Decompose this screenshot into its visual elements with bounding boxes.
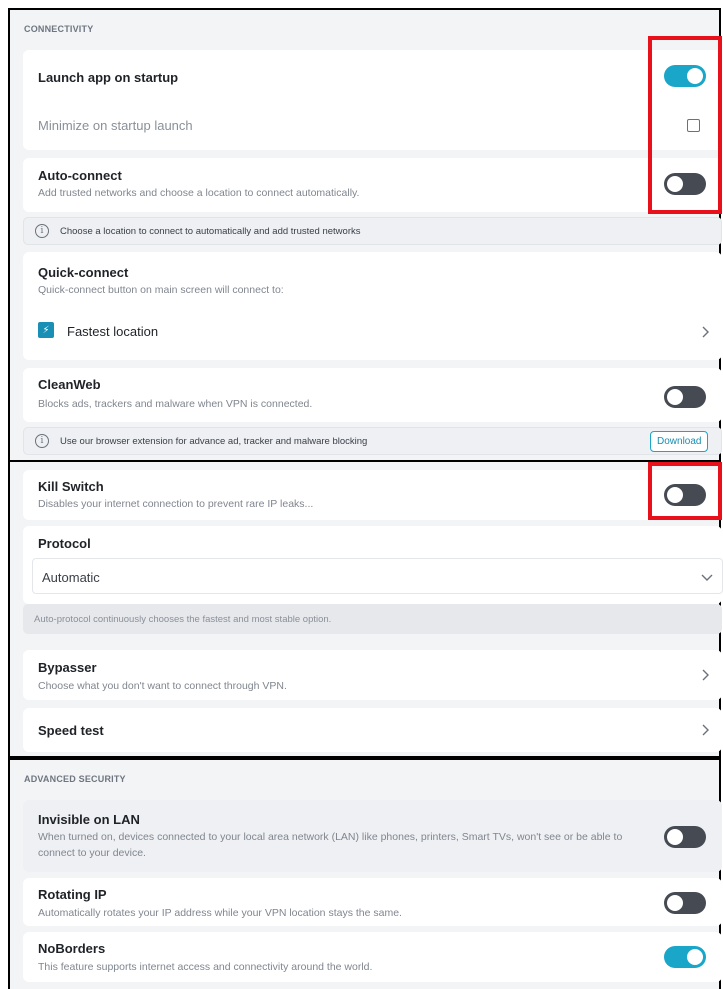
info-icon: i <box>35 434 49 448</box>
info-icon: i <box>35 224 49 238</box>
rotating-ip-card: Rotating IP Automatically rotates your I… <box>23 878 722 926</box>
chevron-right-icon[interactable] <box>698 325 712 339</box>
section-title-advanced-security: ADVANCED SECURITY <box>24 774 126 784</box>
toggle-knob <box>667 389 683 405</box>
connectivity-panel-top: CONNECTIVITY Launch app on startup Minim… <box>8 8 722 460</box>
quick-connect-description: Quick-connect button on main screen will… <box>38 284 284 296</box>
download-extension-button[interactable]: Download <box>650 431 709 452</box>
invisible-on-lan-card: Invisible on LAN When turned on, devices… <box>23 800 722 872</box>
cleanweb-info-bar: i Use our browser extension for advance … <box>23 427 722 455</box>
auto-connect-card: Auto-connect Add trusted networks and ch… <box>23 158 722 212</box>
toggle-knob <box>687 949 703 965</box>
cleanweb-card: CleanWeb Blocks ads, trackers and malwar… <box>23 368 722 422</box>
protocol-label: Protocol <box>38 536 91 551</box>
speed-test-label: Speed test <box>38 723 104 738</box>
kill-switch-description: Disables your internet connection to pre… <box>38 498 314 510</box>
kill-switch-card: Kill Switch Disables your internet conne… <box>23 470 722 520</box>
auto-connect-label: Auto-connect <box>38 168 122 183</box>
noborders-description: This feature supports internet access an… <box>38 961 373 973</box>
highlight-box-startup-autoconnect <box>648 36 722 214</box>
cleanweb-label: CleanWeb <box>38 377 101 392</box>
auto-connect-description: Add trusted networks and choose a locati… <box>38 187 360 199</box>
minimize-on-startup-label: Minimize on startup launch <box>38 118 193 133</box>
startup-card: Launch app on startup Minimize on startu… <box>23 50 722 150</box>
invisible-on-lan-label: Invisible on LAN <box>38 812 140 827</box>
kill-switch-label: Kill Switch <box>38 479 104 494</box>
bypasser-card[interactable]: Bypasser Choose what you don't want to c… <box>23 650 722 700</box>
highlight-box-kill-switch <box>648 462 722 520</box>
protocol-note-bar: Auto-protocol continuously chooses the f… <box>23 604 722 634</box>
auto-connect-info-text: Choose a location to connect to automati… <box>60 226 361 237</box>
chevron-right-icon[interactable] <box>698 668 712 682</box>
quick-connect-location[interactable]: Fastest location <box>67 324 158 339</box>
noborders-toggle[interactable] <box>664 946 706 968</box>
noborders-card: NoBorders This feature supports internet… <box>23 932 722 982</box>
bypasser-label: Bypasser <box>38 660 97 675</box>
rotating-ip-description: Automatically rotates your IP address wh… <box>38 907 402 919</box>
rotating-ip-toggle[interactable] <box>664 892 706 914</box>
toggle-knob <box>667 829 683 845</box>
section-title-connectivity: CONNECTIVITY <box>24 24 94 34</box>
protocol-note-text: Auto-protocol continuously chooses the f… <box>34 614 332 625</box>
connectivity-panel-bottom: Kill Switch Disables your internet conne… <box>8 460 723 758</box>
quick-connect-card: Quick-connect Quick-connect button on ma… <box>23 252 722 360</box>
protocol-select[interactable]: Automatic <box>32 558 723 594</box>
advanced-security-panel: ADVANCED SECURITY Invisible on LAN When … <box>8 758 722 989</box>
bypasser-description: Choose what you don't want to connect th… <box>38 680 287 692</box>
cleanweb-toggle[interactable] <box>664 386 706 408</box>
chevron-right-icon[interactable] <box>698 723 712 737</box>
auto-connect-info-bar[interactable]: i Choose a location to connect to automa… <box>23 217 722 245</box>
cleanweb-description: Blocks ads, trackers and malware when VP… <box>38 398 313 410</box>
chevron-down-icon <box>701 574 713 581</box>
protocol-selected-value: Automatic <box>42 570 100 585</box>
quick-connect-label: Quick-connect <box>38 265 129 280</box>
invisible-on-lan-description: When turned on, devices connected to you… <box>38 831 623 859</box>
speed-test-card[interactable]: Speed test <box>23 708 722 752</box>
cleanweb-info-text: Use our browser extension for advance ad… <box>60 436 368 447</box>
invisible-on-lan-toggle[interactable] <box>664 826 706 848</box>
noborders-label: NoBorders <box>38 941 106 956</box>
rotating-ip-label: Rotating IP <box>38 887 107 902</box>
launch-on-startup-label: Launch app on startup <box>38 70 179 85</box>
lightning-bolt-icon: ⚡ <box>38 322 54 338</box>
toggle-knob <box>667 895 683 911</box>
protocol-card: Protocol Automatic <box>23 526 723 604</box>
